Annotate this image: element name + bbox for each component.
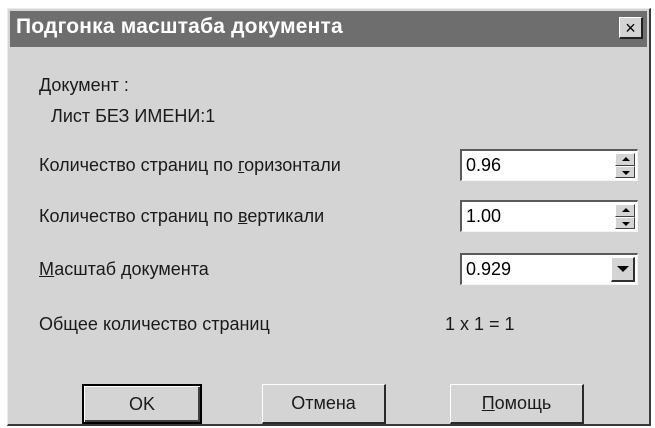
total-pages-value: 1 x 1 = 1: [445, 314, 515, 334]
vertical-pages-spinner[interactable]: 1.00: [460, 200, 638, 232]
spin-up-icon[interactable]: [615, 153, 635, 166]
horizontal-pages-value[interactable]: 0.96: [466, 155, 501, 176]
horizontal-pages-spin-buttons[interactable]: [615, 153, 635, 178]
chevron-down-icon[interactable]: [611, 257, 635, 282]
close-icon: ×: [625, 17, 636, 38]
spin-down-icon[interactable]: [615, 165, 635, 178]
vertical-pages-label: Количество страниц по вертикали: [39, 206, 325, 226]
spin-down-icon[interactable]: [615, 216, 635, 229]
close-button[interactable]: ×: [619, 17, 643, 39]
document-scale-label: Масштаб документа: [39, 259, 209, 279]
horizontal-pages-label: Количество страниц по горизонтали: [39, 155, 341, 175]
cancel-button[interactable]: Отмена: [262, 384, 386, 424]
vertical-pages-spin-buttons[interactable]: [615, 204, 635, 229]
horizontal-pages-spinner[interactable]: 0.96: [460, 149, 638, 181]
cancel-button-label: Отмена: [291, 393, 356, 413]
vertical-pages-value[interactable]: 1.00: [466, 206, 501, 227]
dialog-title: Подгонка масштаба документа: [16, 15, 343, 38]
help-button[interactable]: Помощь: [450, 384, 584, 424]
document-name: Лист БЕЗ ИМЕНИ:1: [51, 106, 216, 126]
help-button-label: Помощь: [481, 393, 552, 413]
document-scale-dropdown[interactable]: 0.929: [460, 253, 638, 285]
fit-scale-dialog: Подгонка масштаба документа × Документ :…: [7, 8, 651, 426]
title-bar[interactable]: Подгонка масштаба документа ×: [10, 11, 647, 47]
ok-button[interactable]: OK: [82, 384, 202, 424]
document-scale-value[interactable]: 0.929: [466, 259, 511, 280]
total-pages-label: Общее количество страниц: [39, 314, 270, 334]
spin-up-icon[interactable]: [615, 204, 635, 217]
document-label: Документ :: [39, 75, 129, 95]
ok-button-label: OK: [128, 393, 155, 414]
